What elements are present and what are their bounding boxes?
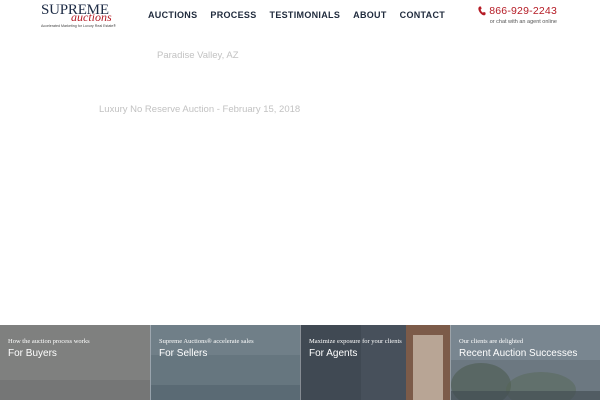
tile-background-image [301,325,450,400]
nav-contact[interactable]: CONTACT [400,10,445,22]
phone-icon [478,6,486,16]
tile-kicker: How the auction process works [8,338,90,345]
tile-title: Recent Auction Successes [459,348,578,359]
tile-background-image [0,325,150,400]
tile-kicker: Supreme Auctions® accelerate sales [159,338,254,345]
tile-for-agents[interactable]: Maximize exposure for your clients For A… [300,325,450,400]
logo-script-wordmark: auctions [71,10,112,24]
tile-title: For Agents [309,348,358,359]
tile-for-sellers[interactable]: Supreme Auctions® accelerate sales For S… [150,325,300,400]
tile-for-buyers[interactable]: How the auction process works For Buyers [0,325,150,400]
nav-process[interactable]: PROCESS [210,10,256,22]
site-header: SUPREME auctions Accelerated Marketing f… [0,0,600,32]
supreme-auctions-logo[interactable]: SUPREME auctions Accelerated Marketing f… [41,3,117,30]
hero-auction-date: Luxury No Reserve Auction - February 15,… [99,104,301,115]
nav-auctions[interactable]: AUCTIONS [148,10,197,22]
tile-title: For Sellers [159,348,208,359]
hero-section: Paradise Valley, AZ Luxury No Reserve Au… [0,32,600,325]
main-nav: AUCTIONS PROCESS TESTIMONIALS ABOUT CONT… [148,10,458,22]
tile-title: For Buyers [8,348,57,359]
nav-testimonials[interactable]: TESTIMONIALS [270,10,341,22]
nav-about[interactable]: ABOUT [353,10,387,22]
phone-number[interactable]: 866-929-2243 [489,5,557,17]
hero-location: Paradise Valley, AZ [157,50,239,61]
tile-background-image [451,325,600,400]
chat-with-agent-link[interactable]: or chat with an agent online [478,18,557,26]
tile-background-image [151,325,300,400]
audience-tiles: How the auction process works For Buyers… [0,325,600,400]
tile-recent-successes[interactable]: Our clients are delighted Recent Auction… [450,325,600,400]
phone-row[interactable]: 866-929-2243 [478,5,557,17]
logo-tagline: Accelerated Marketing for Luxury Real Es… [41,24,116,28]
contact-block: 866-929-2243 or chat with an agent onlin… [478,5,557,26]
tile-kicker: Our clients are delighted [459,338,524,345]
tile-kicker: Maximize exposure for your clients [309,338,402,345]
